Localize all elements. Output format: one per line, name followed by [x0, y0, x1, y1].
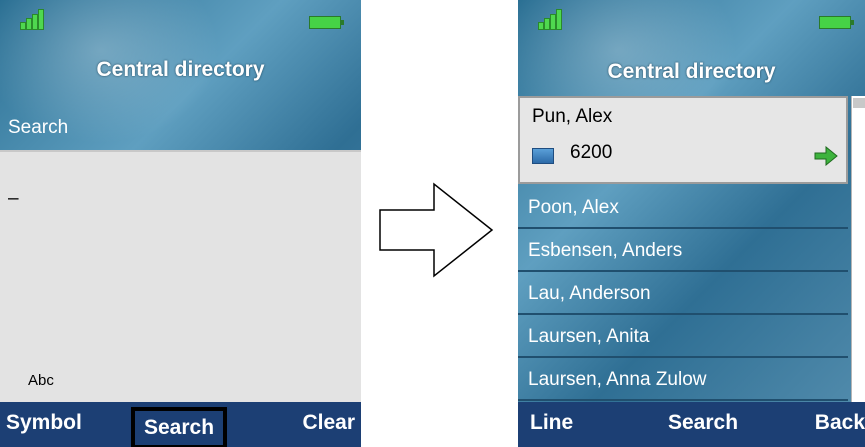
phone-screen-results: Central directory Pun, Alex 6200 Poon, A… — [518, 0, 865, 447]
list-item[interactable]: Esbensen, Anders — [518, 229, 848, 272]
battery-icon — [309, 16, 344, 29]
softkey-bar: Line Search Back — [518, 402, 865, 447]
scroll-thumb[interactable] — [853, 98, 865, 108]
green-arrow-icon[interactable] — [814, 146, 838, 166]
screen-title: Central directory — [96, 58, 265, 81]
scrollbar[interactable] — [851, 96, 865, 402]
back-softkey[interactable]: Back — [815, 411, 865, 435]
list-item[interactable]: Poon, Alex — [518, 186, 848, 229]
line-softkey[interactable]: Line — [530, 411, 573, 435]
input-mode-indicator: Abc — [28, 372, 54, 389]
phone-screen-search: Central directory Search – Abc Symbol Se… — [0, 0, 361, 447]
list-item[interactable]: Laursen, Anita — [518, 315, 848, 358]
status-bar — [0, 0, 361, 38]
contact-name: Pun, Alex — [532, 106, 613, 127]
search-softkey[interactable]: Search — [668, 411, 738, 435]
selected-contact[interactable]: Pun, Alex 6200 — [518, 96, 848, 184]
list-item[interactable]: Lau, Anderson — [518, 272, 848, 315]
clear-softkey[interactable]: Clear — [302, 411, 355, 435]
signal-strength-icon — [20, 8, 46, 30]
search-input[interactable]: – Abc — [0, 150, 361, 404]
battery-icon — [819, 16, 854, 29]
search-softkey[interactable]: Search — [131, 407, 228, 447]
contact-extension: 6200 — [570, 142, 613, 163]
softkey-bar: Symbol Search Clear — [0, 402, 361, 447]
input-cursor: – — [8, 188, 19, 209]
signal-strength-icon — [538, 8, 564, 30]
symbol-softkey[interactable]: Symbol — [6, 411, 82, 435]
list-item[interactable]: Laursen, Anna Zulow — [518, 358, 848, 401]
contact-list: Poon, Alex Esbensen, Anders Lau, Anderso… — [518, 186, 848, 401]
search-field-label: Search — [8, 117, 69, 138]
transition-arrow-icon — [379, 182, 494, 278]
screen-title: Central directory — [607, 60, 776, 83]
desk-phone-icon — [532, 148, 554, 164]
status-bar — [518, 0, 865, 38]
